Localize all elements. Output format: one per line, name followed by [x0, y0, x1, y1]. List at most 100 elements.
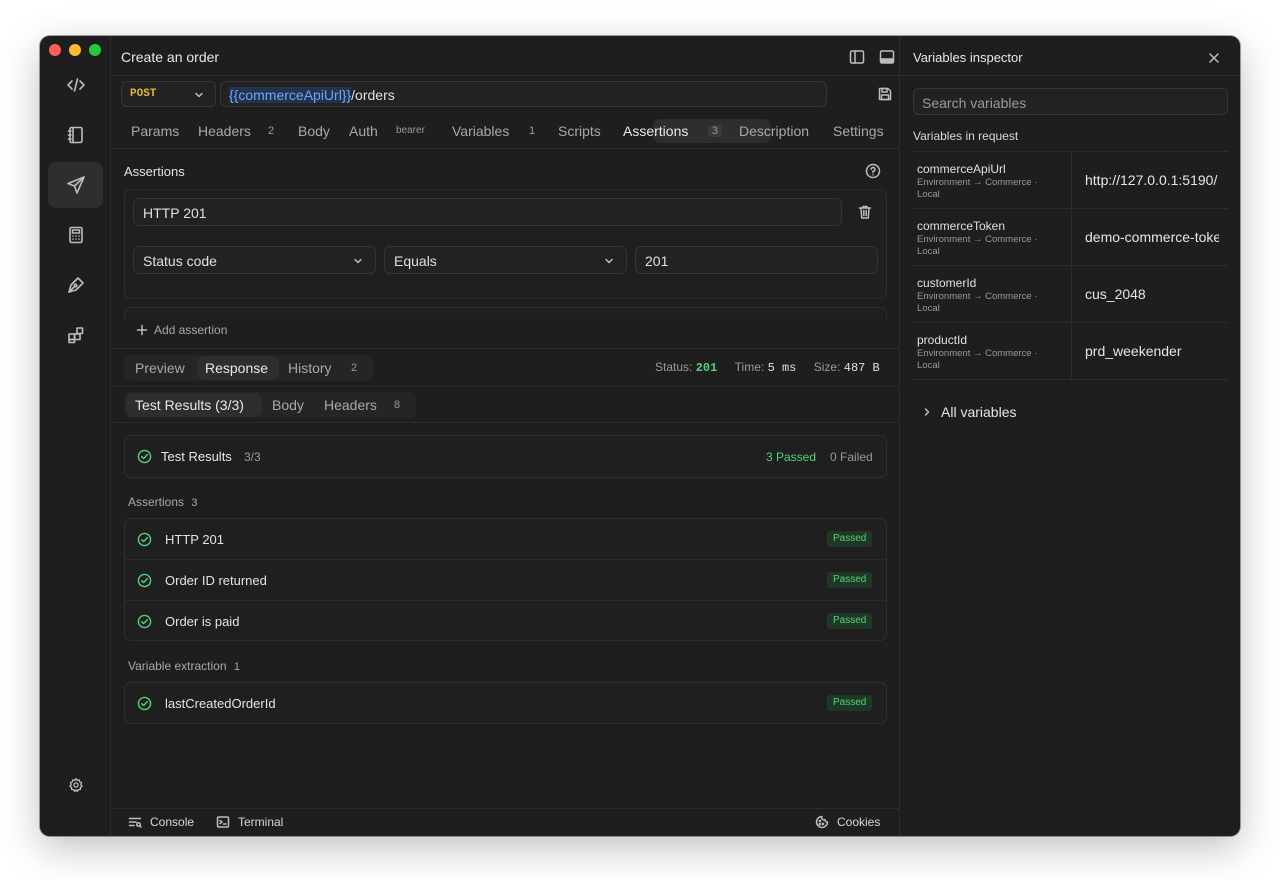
assertion-target-select[interactable]: Status code	[133, 246, 376, 274]
main-panel: Create an order POST {{commerceApiUrl}}/…	[112, 36, 925, 836]
variable-source: Environment → Commerce · Local	[917, 177, 1038, 200]
method-select[interactable]: POST	[121, 81, 216, 107]
inspector-title: Variables inspector	[913, 50, 1023, 65]
assertion-result-name: Order is paid	[165, 614, 240, 629]
close-icon[interactable]	[1207, 51, 1221, 65]
assertion-result-name: Order ID returned	[165, 573, 267, 588]
console-button[interactable]: Console	[128, 815, 194, 829]
tab-params[interactable]: Params	[131, 119, 179, 143]
tab-preview[interactable]: Preview	[135, 356, 185, 380]
headers-count: 2	[268, 125, 275, 137]
table-row[interactable]: customerId Environment → Commerce · Loca…	[913, 266, 1228, 322]
tab-history[interactable]: History	[288, 356, 332, 380]
tab-test-results[interactable]: Test Results (3/3)	[135, 393, 244, 417]
check-circle-icon	[137, 573, 152, 588]
variable-source: Environment → Commerce · Local	[917, 348, 1038, 371]
check-circle-icon	[137, 449, 152, 464]
next-assertion-card	[124, 307, 887, 319]
variable-value: prd_weekender	[1085, 343, 1182, 359]
sidebar-item-code[interactable]	[48, 62, 103, 108]
calculator-icon	[68, 226, 83, 244]
cookies-button[interactable]: Cookies	[815, 815, 880, 829]
variables-section-label: Variables in request	[913, 129, 1019, 143]
trash-icon[interactable]	[857, 204, 873, 220]
variables-inspector-panel: Variables inspector Search variables Var…	[899, 36, 1240, 836]
tab-scripts[interactable]: Scripts	[558, 119, 601, 143]
app-window: Create an order POST {{commerceApiUrl}}/…	[40, 36, 1240, 836]
chevron-down-icon	[195, 92, 203, 98]
status-badge: Passed	[827, 695, 873, 711]
sidebar-item-requests[interactable]	[48, 162, 103, 208]
status-badge: Passed	[827, 613, 873, 629]
assertion-name-input[interactable]: HTTP 201	[133, 198, 842, 226]
close-window-button[interactable]	[49, 44, 61, 56]
tab-response[interactable]: Response	[205, 356, 268, 380]
sidebar-item-settings[interactable]	[48, 762, 103, 808]
assertion-result-name: HTTP 201	[165, 532, 225, 547]
extraction-section-label: Variable extraction 1	[128, 659, 240, 673]
tab-assertions[interactable]: Assertions	[623, 119, 688, 143]
list-item: HTTP 201 Passed	[125, 519, 886, 560]
test-results-title: Test Results	[161, 449, 232, 464]
terminal-button[interactable]: Terminal	[216, 815, 283, 829]
list-item: Order ID returned Passed	[125, 560, 886, 601]
assertions-count: 3	[708, 125, 723, 137]
variable-name: productId	[917, 333, 968, 347]
sidebar-item-calculator[interactable]	[48, 212, 103, 258]
tab-settings[interactable]: Settings	[833, 119, 884, 143]
chevron-right-icon	[924, 408, 930, 416]
variable-source: Environment → Commerce · Local	[917, 291, 1038, 314]
add-assertion-button[interactable]: Add assertion	[136, 323, 227, 337]
check-circle-icon	[137, 614, 152, 629]
table-row[interactable]: commerceToken Environment → Commerce · L…	[913, 209, 1228, 265]
variable-value: cus_2048	[1085, 286, 1146, 302]
console-icon	[128, 817, 142, 828]
assertion-results-list: HTTP 201 Passed Order ID returned Passed…	[124, 518, 887, 641]
toggle-sidebar-icon[interactable]	[849, 49, 865, 65]
tab-description[interactable]: Description	[739, 119, 809, 143]
assertion-expected-input[interactable]: 201	[635, 246, 878, 274]
minimize-window-button[interactable]	[69, 44, 81, 56]
sidebar-item-extensions[interactable]	[48, 312, 103, 358]
list-item: Order is paid Passed	[125, 601, 886, 642]
tab-headers[interactable]: Headers	[198, 119, 251, 143]
toggle-bottom-panel-icon[interactable]	[879, 49, 895, 65]
page-title: Create an order	[121, 49, 220, 65]
terminal-icon	[216, 816, 230, 828]
assertions-heading: Assertions	[124, 164, 185, 179]
all-variables-toggle[interactable]: All variables	[922, 404, 1016, 420]
sidebar-item-design[interactable]	[48, 262, 103, 308]
tab-response-headers[interactable]: Headers	[324, 393, 377, 417]
zoom-window-button[interactable]	[89, 44, 101, 56]
tab-auth[interactable]: Auth	[349, 119, 378, 143]
check-circle-icon	[137, 696, 152, 711]
extraction-section-count: 1	[233, 661, 240, 673]
url-input[interactable]: {{commerceApiUrl}}/orders	[220, 81, 827, 107]
assertion-operator-select[interactable]: Equals	[384, 246, 627, 274]
sidebar	[40, 36, 111, 836]
size-label: Size:	[813, 360, 841, 374]
tab-body[interactable]: Body	[298, 119, 330, 143]
variable-name: customerId	[917, 276, 977, 290]
status-value: 201	[695, 361, 718, 375]
save-icon[interactable]	[877, 86, 893, 102]
plus-icon	[136, 324, 148, 336]
history-count: 2	[351, 362, 358, 374]
assertions-section-label: Assertions 3	[128, 495, 198, 509]
search-variables-input[interactable]: Search variables	[913, 88, 1228, 115]
sidebar-item-collections[interactable]	[48, 112, 103, 158]
table-row[interactable]: productId Environment → Commerce · Local…	[913, 323, 1228, 379]
url-variable-token[interactable]: {{commerceApiUrl}}	[229, 87, 352, 103]
url-path: /orders	[351, 87, 395, 103]
variable-name: commerceApiUrl	[917, 162, 1006, 176]
table-row[interactable]: commerceApiUrl Environment → Commerce · …	[913, 152, 1228, 208]
tab-variables[interactable]: Variables	[452, 119, 509, 143]
variable-value: http://127.0.0.1:5190/	[1085, 172, 1218, 188]
help-icon[interactable]	[865, 163, 881, 179]
auth-type: bearer	[396, 125, 425, 136]
extraction-results-list: lastCreatedOrderId Passed	[124, 682, 887, 724]
check-circle-icon	[137, 532, 152, 547]
pen-tool-icon	[67, 277, 84, 293]
tab-response-body[interactable]: Body	[272, 393, 304, 417]
variables-count: 1	[529, 125, 536, 137]
